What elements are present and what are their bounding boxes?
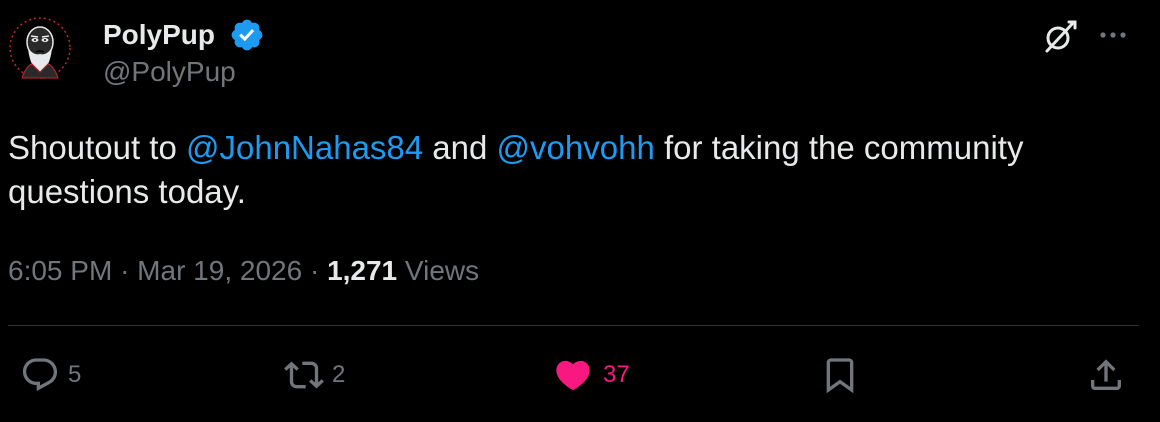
- share-button[interactable]: [1086, 355, 1126, 395]
- meta-separator: ·: [309, 255, 320, 286]
- verified-badge-icon[interactable]: [229, 17, 265, 53]
- more-icon[interactable]: [1099, 30, 1127, 40]
- avatar[interactable]: [8, 16, 72, 80]
- tweet-text: Shoutout to @JohnNahas84 and @vohvohh fo…: [8, 126, 1128, 214]
- views-count: 1,271: [327, 255, 398, 286]
- heart-icon: [556, 360, 590, 391]
- like-button[interactable]: 37: [553, 355, 630, 395]
- bookmark-icon: [826, 358, 854, 394]
- repost-icon: [284, 361, 324, 389]
- reply-count: 5: [68, 361, 82, 388]
- meta-separator: ·: [120, 255, 130, 286]
- mention-link[interactable]: @JohnNahas84: [186, 129, 423, 166]
- repost-button[interactable]: 2: [284, 355, 345, 395]
- bearded-face-avatar-icon: [9, 17, 71, 79]
- repost-count: 2: [332, 361, 346, 388]
- reply-icon: [22, 358, 58, 392]
- tweet-meta: 6:05 PM · Mar 19, 2026 · 1,271 Views: [8, 254, 479, 288]
- tweet-date[interactable]: Mar 19, 2026: [137, 255, 302, 286]
- user-handle[interactable]: @PolyPup: [103, 55, 236, 89]
- grok-icon[interactable]: [1041, 18, 1079, 56]
- mention-link[interactable]: @vohvohh: [497, 129, 655, 166]
- share-icon: [1091, 359, 1121, 390]
- bookmark-button[interactable]: [820, 355, 860, 395]
- reply-button[interactable]: 5: [20, 355, 81, 395]
- display-name[interactable]: PolyPup: [103, 18, 215, 52]
- tweet-text-part: Shoutout to: [8, 129, 186, 166]
- tweet-text-part: and: [423, 129, 497, 166]
- views-label: Views: [404, 255, 480, 286]
- divider: [8, 325, 1139, 326]
- like-count: 37: [603, 361, 630, 388]
- tweet-time[interactable]: 6:05 PM: [8, 255, 112, 286]
